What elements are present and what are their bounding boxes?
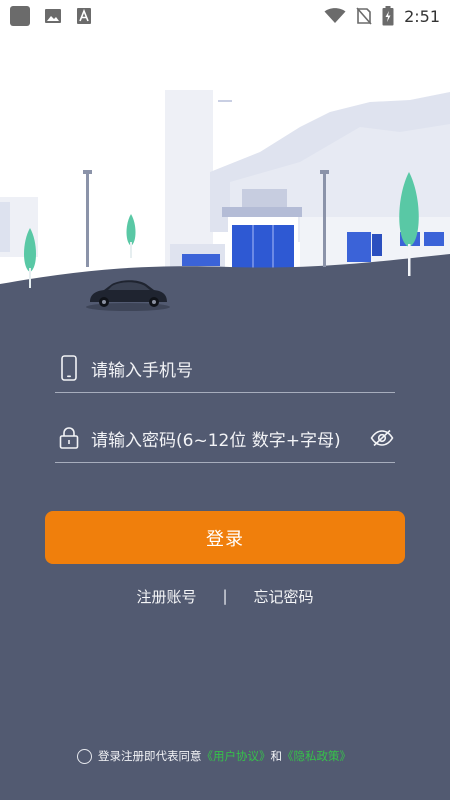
status-time: 2:51 [404, 6, 440, 26]
user-agreement-link[interactable]: 《用户协议》 [202, 748, 271, 764]
password-field[interactable]: 请输入密码(6~12位 数字+字母) [55, 414, 395, 463]
status-bar-right: 2:51 [324, 6, 440, 26]
links-separator: | [222, 587, 228, 605]
login-panel: 请输入手机号 请输入密码(6~12位 数字+字母) 登录 注册账号 | 忘记密码… [0, 322, 450, 800]
forgot-password-link[interactable]: 忘记密码 [254, 586, 314, 607]
phone-field[interactable]: 请输入手机号 [55, 344, 395, 393]
login-button[interactable]: 登录 [45, 511, 405, 564]
register-link[interactable]: 注册账号 [136, 586, 196, 607]
no-sim-icon [356, 7, 372, 25]
account-links: 注册账号 | 忘记密码 [0, 584, 450, 608]
city-illustration [0, 90, 450, 322]
font-icon [77, 8, 91, 24]
phone-icon [57, 354, 81, 382]
status-bar: 2:51 [0, 0, 450, 32]
lock-icon [57, 424, 81, 452]
status-bar-left [10, 6, 92, 26]
phone-input[interactable]: 请输入手机号 [91, 356, 395, 381]
image-icon [45, 9, 61, 23]
privacy-policy-link[interactable]: 《隐私政策》 [282, 748, 351, 764]
battery-charging-icon [382, 6, 394, 26]
eye-off-icon[interactable] [369, 427, 395, 449]
agreement-and: 和 [270, 749, 283, 763]
agreement-radio[interactable] [77, 748, 92, 764]
wifi-icon [324, 8, 346, 23]
agreement-prefix: 登录注册即代表同意 [98, 749, 202, 763]
app-square-icon [10, 6, 30, 26]
agreement-row: 登录注册即代表同意 《用户协议》 和 《隐私政策》 [77, 746, 351, 766]
password-input[interactable]: 请输入密码(6~12位 数字+字母) [91, 426, 369, 451]
